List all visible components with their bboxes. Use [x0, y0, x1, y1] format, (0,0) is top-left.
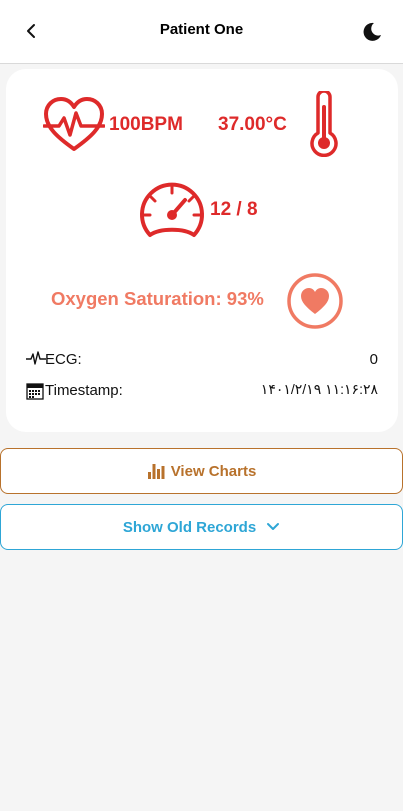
moon-icon [363, 22, 381, 41]
ecg-label: ECG: [45, 351, 82, 368]
timestamp-value: ۱۴۰۱/۲/۱۹ ۱۱:۱۶:۲۸ [260, 381, 378, 397]
heart-rate-value: 100BPM [109, 114, 183, 135]
ecg-wave-icon [26, 351, 46, 365]
view-charts-button[interactable]: View Charts [0, 448, 403, 494]
show-old-records-button[interactable]: Show Old Records [0, 504, 403, 550]
timestamp-label: Timestamp: [45, 382, 123, 399]
ecg-value: 0 [369, 351, 378, 368]
chevron-down-icon [267, 523, 280, 530]
thermometer-icon [310, 91, 338, 157]
bar-chart-icon [147, 464, 165, 479]
oxygen-saturation-value: Oxygen Saturation: 93% [51, 288, 264, 309]
vitals-card: 100BPM 37.00°C 12 / 8 Oxygen Saturation:… [6, 69, 398, 432]
calendar-icon [26, 383, 44, 400]
blood-pressure-value: 12 / 8 [210, 199, 258, 220]
top-bar: Patient One [0, 0, 403, 64]
theme-toggle-button[interactable] [360, 20, 384, 44]
temperature-value: 37.00°C [218, 114, 287, 135]
gauge-icon [140, 182, 204, 237]
heart-pulse-icon [43, 97, 105, 151]
show-old-records-label: Show Old Records [122, 518, 257, 536]
view-charts-label: View Charts [170, 462, 257, 480]
heart-circle-icon [287, 273, 343, 329]
page-title: Patient One [159, 21, 244, 38]
